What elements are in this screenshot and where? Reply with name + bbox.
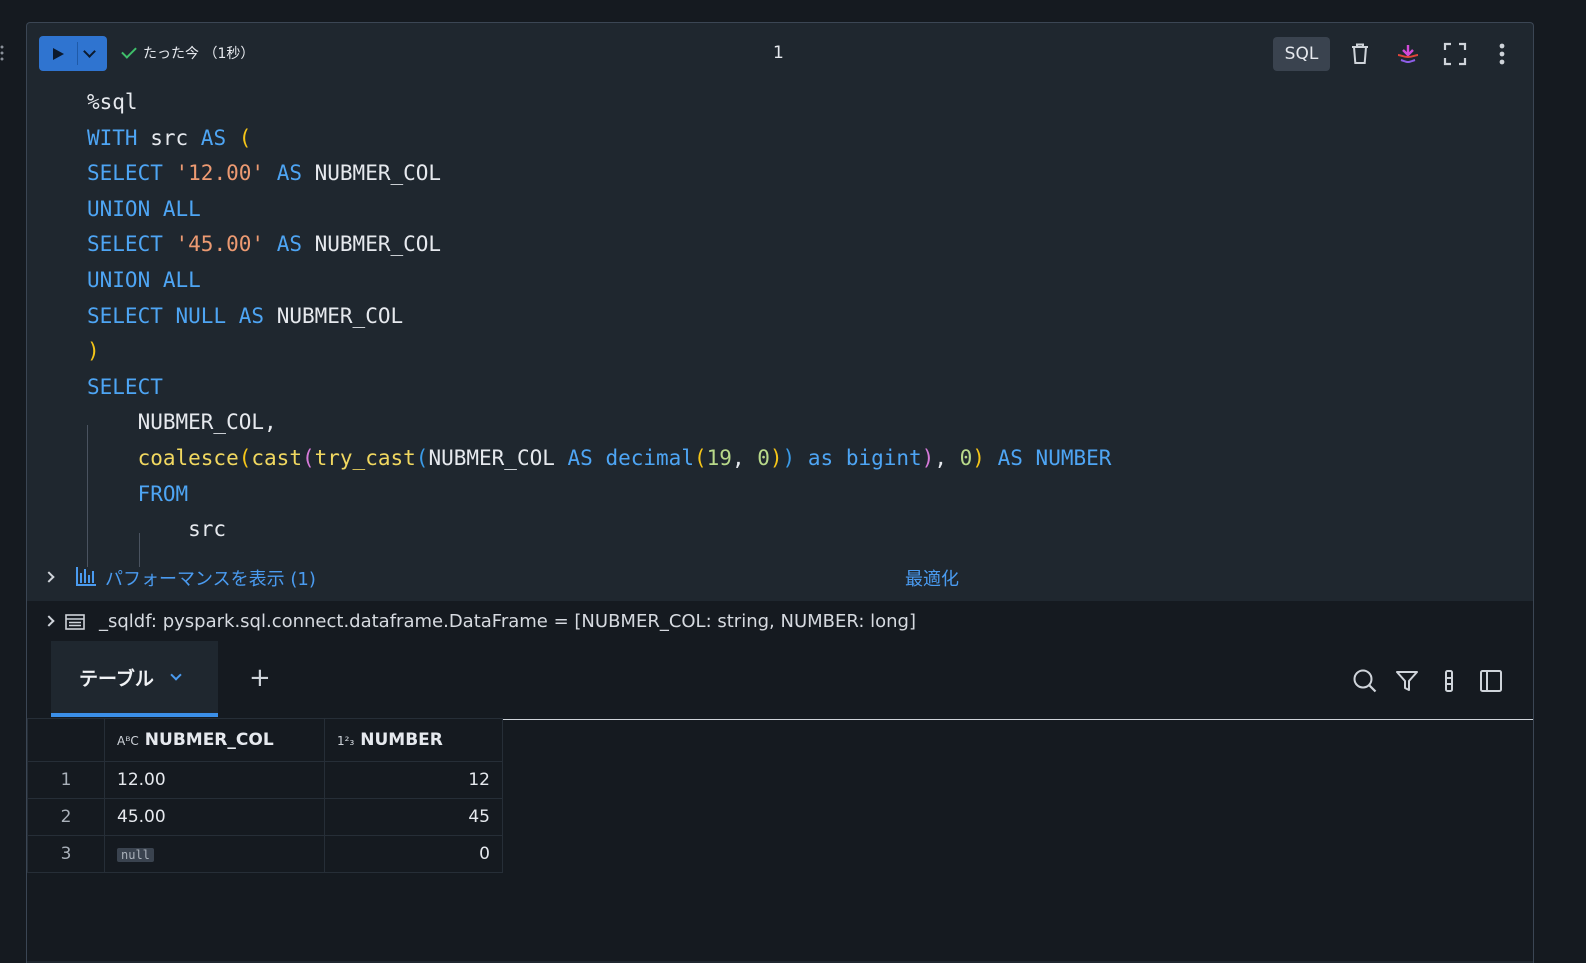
side-panel-icon[interactable] xyxy=(1477,667,1505,695)
optimize-link[interactable]: 最適化 xyxy=(905,565,959,591)
table-cell[interactable]: 12 xyxy=(324,761,503,799)
run-button-divider xyxy=(77,42,78,65)
code-line: SELECT xyxy=(87,374,163,399)
drag-handle-icon[interactable] xyxy=(0,44,4,62)
integer-type-icon: 1²₃ xyxy=(337,734,355,748)
row-number: 2 xyxy=(27,798,105,836)
chevron-right-icon[interactable] xyxy=(43,571,55,583)
table-cell[interactable]: 12.00 xyxy=(104,761,325,799)
chevron-down-icon[interactable] xyxy=(170,669,182,681)
code-line: src xyxy=(87,517,227,542)
bar-chart-icon xyxy=(75,565,97,591)
table-cell[interactable]: 45 xyxy=(324,798,503,836)
filter-icon[interactable] xyxy=(1393,667,1421,695)
string-type-icon: AᴮC xyxy=(117,734,139,748)
table-cell[interactable]: 45.00 xyxy=(104,798,325,836)
code-line: SELECT '12.00' AS NUBMER_COL xyxy=(87,161,442,186)
tab-table-label: テーブル xyxy=(79,667,154,690)
null-badge: null xyxy=(117,848,154,862)
chevron-right-icon[interactable] xyxy=(43,615,55,627)
dataframe-schema: _sqldf: pyspark.sql.connect.dataframe.Da… xyxy=(99,611,916,632)
table-icon xyxy=(65,614,85,634)
execution-status: たった今 （1秒） xyxy=(121,43,254,63)
row-number: 3 xyxy=(27,835,105,873)
assistant-icon[interactable] xyxy=(1393,39,1423,69)
table-header-row: AᴮC NUBMER_COL 1²₃ NUMBER xyxy=(27,718,503,762)
code-line: UNION ALL xyxy=(87,196,201,221)
row-number: 1 xyxy=(27,761,105,799)
code-line: coalesce(cast(try_cast(NUBMER_COL AS dec… xyxy=(137,445,1112,470)
column-density-icon[interactable] xyxy=(1435,667,1463,695)
results-grid: AᴮC NUBMER_COL 1²₃ NUMBER 1 12.00 12 2 4… xyxy=(27,718,1533,962)
play-icon[interactable] xyxy=(53,47,64,60)
expand-icon[interactable] xyxy=(1440,39,1470,69)
table-row[interactable]: 1 12.00 12 xyxy=(27,761,503,799)
column-header-label: NUMBER xyxy=(360,730,443,750)
column-header-number[interactable]: 1²₃ NUMBER xyxy=(324,718,503,762)
cell-number: 1 xyxy=(773,43,784,63)
code-line: FROM xyxy=(137,481,189,506)
cell-toolbar: たった今 （1秒） 1 SQL xyxy=(27,23,1533,87)
tab-table[interactable]: テーブル xyxy=(51,641,218,717)
code-line: NUBMER_COL, xyxy=(87,410,277,435)
table-row[interactable]: 3 null 0 xyxy=(27,835,503,873)
performance-row: パフォーマンスを表示 (1) 最適化 xyxy=(27,557,1533,599)
add-tab-button[interactable]: + xyxy=(249,665,271,691)
dataframe-info-row: _sqldf: pyspark.sql.connect.dataframe.Da… xyxy=(27,601,1533,643)
code-editor[interactable]: %sql WITH src AS ( SELECT '12.00' AS NUBME… xyxy=(87,85,1111,548)
notebook-cell: たった今 （1秒） 1 SQL %sql WITH src AS ( SELECT … xyxy=(26,22,1534,963)
language-badge[interactable]: SQL xyxy=(1273,37,1330,71)
column-header-label: NUBMER_COL xyxy=(144,730,274,750)
run-cell-button[interactable] xyxy=(39,36,107,71)
results-table: AᴮC NUBMER_COL 1²₃ NUMBER 1 12.00 12 2 4… xyxy=(27,718,503,873)
show-performance-link[interactable]: パフォーマンスを表示 (1) xyxy=(105,565,316,591)
column-header-nubmer-col[interactable]: AᴮC NUBMER_COL xyxy=(104,718,325,762)
table-row[interactable]: 2 45.00 45 xyxy=(27,798,503,836)
row-number-header xyxy=(27,718,105,762)
chevron-down-icon[interactable] xyxy=(83,45,96,58)
code-line: ) xyxy=(87,339,100,364)
code-line: %sql xyxy=(87,90,138,114)
kebab-menu-icon[interactable] xyxy=(1487,39,1517,69)
search-icon[interactable] xyxy=(1351,667,1379,695)
left-gutter xyxy=(0,0,26,942)
results-panel: テーブル + AᴮC NUBMER_COL 1²₃ NUMBER 1 12.00… xyxy=(27,641,1533,961)
code-line: WITH src AS ( xyxy=(87,125,252,150)
code-line: SELECT NULL AS NUBMER_COL xyxy=(87,303,404,328)
code-line: SELECT '45.00' AS NUBMER_COL xyxy=(87,232,442,257)
trash-icon[interactable] xyxy=(1345,39,1375,69)
table-cell[interactable]: 0 xyxy=(324,835,503,873)
execution-time: たった今 （1秒） xyxy=(143,46,255,62)
check-icon xyxy=(121,43,137,59)
code-line: UNION ALL xyxy=(87,267,201,292)
table-cell[interactable]: null xyxy=(104,835,325,873)
